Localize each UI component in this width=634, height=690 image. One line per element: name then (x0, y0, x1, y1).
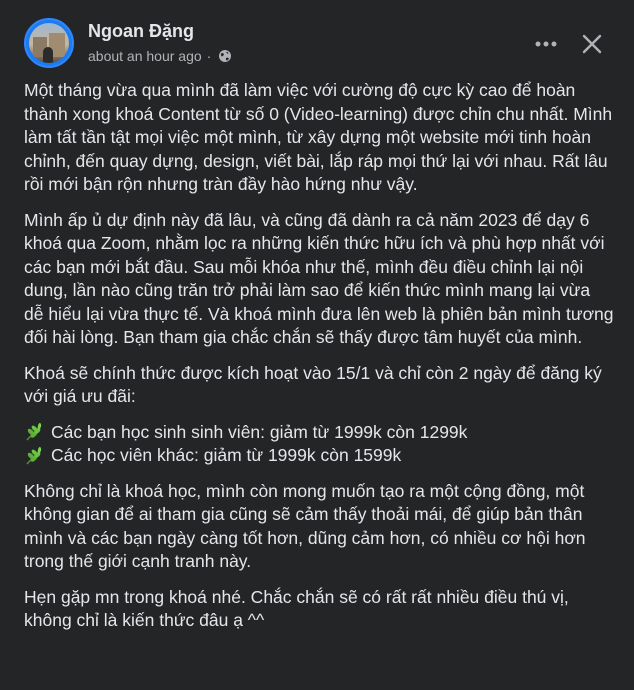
herb-leaf-icon (24, 446, 44, 466)
avatar-photo (29, 23, 69, 63)
meta-separator: · (206, 48, 212, 64)
list-item: Các học viên khác: giảm từ 1999k còn 159… (24, 444, 614, 468)
bullet-list: Các bạn học sinh sinh viên: giảm từ 1999… (24, 421, 614, 468)
avatar[interactable] (24, 18, 74, 68)
post-meta: about an hour ago · (88, 48, 232, 64)
post-header: Ngoan Đặng about an hour ago · (24, 18, 614, 72)
post-paragraph: Một tháng vừa qua mình đã làm việc với c… (24, 80, 613, 194)
herb-leaf-icon (24, 422, 44, 442)
post-body: Một tháng vừa qua mình đã làm việc với c… (24, 79, 614, 645)
post-card: Ngoan Đặng about an hour ago · Một tháng… (0, 0, 634, 690)
author-name[interactable]: Ngoan Đặng (88, 21, 194, 42)
post-paragraph: Không chỉ là khoá học, mình còn mong muố… (24, 480, 586, 572)
bullet-text: Các bạn học sinh sinh viên: giảm từ 1999… (51, 421, 468, 442)
more-horizontal-icon[interactable] (528, 26, 564, 62)
globe-icon[interactable] (218, 49, 232, 63)
post-paragraph: Hẹn gặp mn trong khoá nhé. Chắc chắn sẽ … (24, 586, 569, 631)
post-paragraph: Khoá sẽ chính thức được kích hoạt vào 15… (24, 362, 602, 407)
close-icon[interactable] (574, 26, 610, 62)
post-timestamp[interactable]: about an hour ago (88, 48, 202, 64)
bullet-text: Các học viên khác: giảm từ 1999k còn 159… (51, 445, 402, 465)
post-paragraph: Mình ấp ủ dự định này đã lâu, và cũng đã… (24, 209, 614, 348)
list-item: Các bạn học sinh sinh viên: giảm từ 1999… (24, 421, 614, 445)
